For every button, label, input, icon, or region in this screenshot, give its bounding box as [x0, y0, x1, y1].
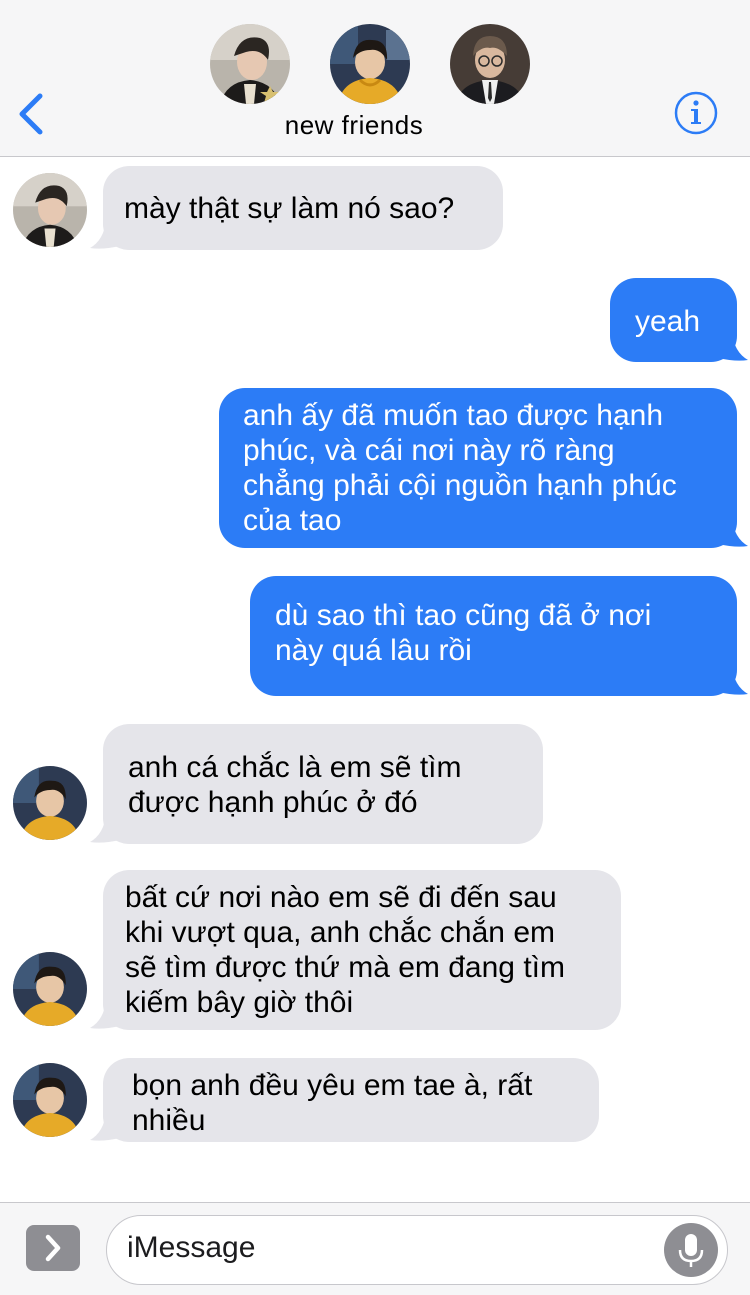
sender-avatar[interactable] — [13, 1063, 87, 1137]
apps-button[interactable] — [26, 1225, 80, 1271]
message-bubble-outgoing[interactable]: anh ấy đã muốn tao được hạnh phúc, và cá… — [219, 388, 737, 548]
participant-1-avatar[interactable] — [210, 24, 290, 104]
message-text: bọn anh đều yêu em tae à, rất nhiều — [132, 1069, 533, 1137]
message-text: anh ấy đã muốn tao được hạnh phúc, và cá… — [243, 399, 677, 537]
sender-avatar[interactable] — [13, 173, 87, 247]
bubble-tail — [718, 518, 748, 547]
info-icon — [674, 91, 718, 135]
info-button[interactable] — [673, 90, 719, 136]
message-bubble-outgoing[interactable]: dù sao thì tao cũng đã ở nơi này quá lâu… — [250, 576, 737, 696]
group-name[interactable]: new friends — [0, 110, 708, 141]
bubble-tail — [718, 332, 748, 361]
dictation-button[interactable] — [664, 1223, 718, 1277]
composer-bar: iMessage — [0, 1202, 750, 1295]
message-bubble-incoming[interactable]: bọn anh đều yêu em tae à, rất nhiều — [103, 1058, 599, 1142]
conversation-header: new friends — [0, 0, 750, 157]
message-input[interactable]: iMessage — [106, 1215, 728, 1285]
sender-avatar[interactable] — [13, 952, 87, 1026]
message-text: mày thật sự làm nó sao? — [124, 192, 455, 225]
participant-3-avatar[interactable] — [450, 24, 530, 104]
message-text: dù sao thì tao cũng đã ở nơi này quá lâu… — [275, 599, 652, 667]
message-text: bất cứ nơi nào em sẽ đi đến sau khi vượt… — [125, 881, 565, 1019]
participant-2-avatar[interactable] — [330, 24, 410, 104]
microphone-icon — [678, 1234, 704, 1267]
message-text: anh cá chắc là em sẽ tìm được hạnh phúc … — [128, 751, 462, 819]
message-input-placeholder: iMessage — [127, 1231, 256, 1264]
message-bubble-incoming[interactable]: mày thật sự làm nó sao? — [103, 166, 503, 250]
message-bubble-incoming[interactable]: anh cá chắc là em sẽ tìm được hạnh phúc … — [103, 724, 543, 844]
chevron-right-icon — [45, 1234, 61, 1262]
bubble-tail — [718, 666, 748, 695]
message-bubble-incoming[interactable]: bất cứ nơi nào em sẽ đi đến sau khi vượt… — [103, 870, 621, 1030]
group-avatars[interactable] — [0, 0, 750, 110]
sender-avatar[interactable] — [13, 766, 87, 840]
